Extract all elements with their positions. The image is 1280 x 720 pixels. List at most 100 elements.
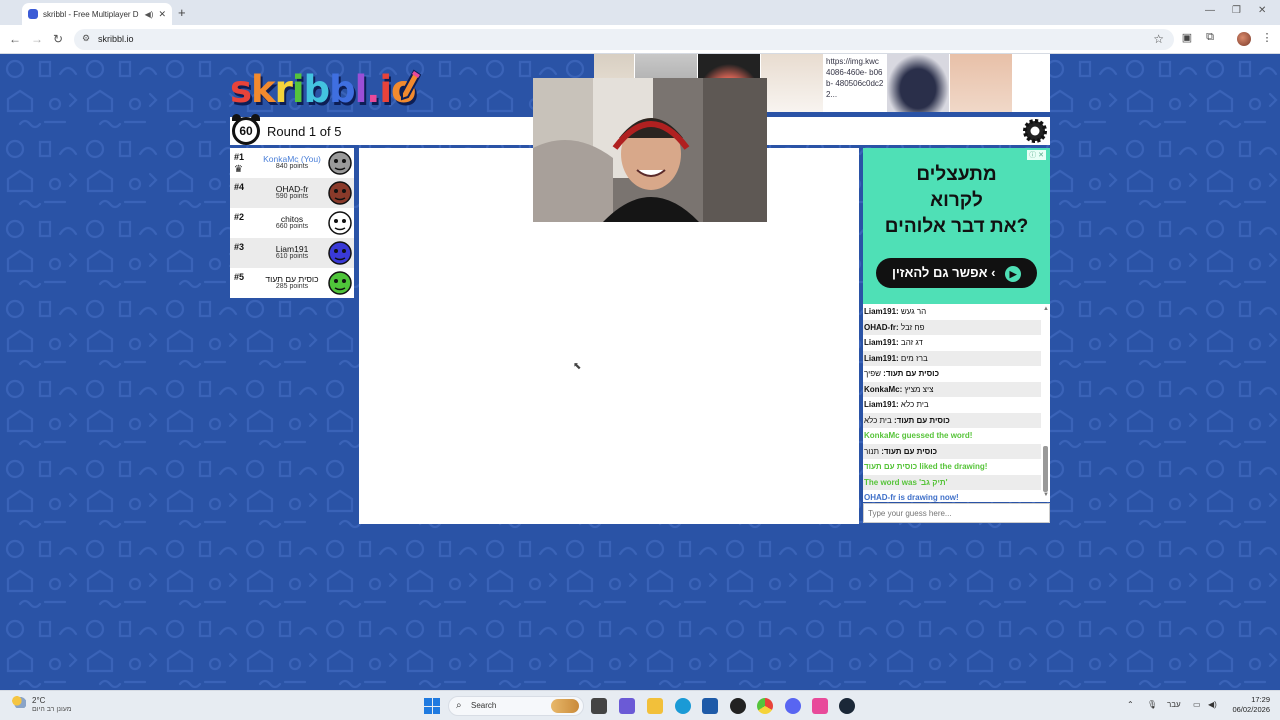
search-highlight-image [551, 699, 579, 713]
chrome-icon[interactable] [757, 698, 773, 714]
player-rank: #4 [234, 182, 245, 192]
bookmark-star-icon[interactable]: ☆ [1153, 32, 1164, 46]
taskbar-search[interactable]: ⌕ Search [448, 696, 584, 716]
search-icon: ⌕ [456, 700, 462, 711]
chat-sender: כוסית עם תעוד: [883, 369, 939, 378]
close-tab-icon[interactable]: ✕ [158, 9, 166, 20]
microphone-icon[interactable]: 🎙 [1147, 700, 1157, 709]
player-row[interactable]: #2 chitos 660 points [230, 208, 354, 238]
chat-message: כוסית עם תעוד: תנור [863, 443, 1041, 459]
player-points: 590 points [275, 193, 309, 200]
browser-menu-icon[interactable]: ⋮ [1260, 31, 1274, 45]
new-tab-button[interactable]: + [178, 5, 186, 20]
chat-text: ברז מים [900, 353, 928, 363]
discord-icon[interactable] [785, 698, 801, 714]
search-label: Search [471, 701, 497, 710]
chat-message: OHAD-fr: פח זבל [863, 319, 1041, 335]
obs-icon[interactable] [730, 698, 746, 714]
round-indicator: Round 1 of 5 [267, 124, 342, 139]
store-icon[interactable] [702, 698, 718, 714]
chat-message: KonkaMc: ציצ מציץ [863, 381, 1041, 397]
address-bar[interactable]: ⚙ skribbl.io ☆ [74, 29, 1174, 50]
ad-info-icon[interactable]: ⓘ ✕ [1027, 150, 1046, 160]
chat-system-text: KonkaMc guessed the word! [864, 431, 973, 440]
edge-icon[interactable] [675, 698, 691, 714]
browser-tab-bar: skribbl - Free Multiplayer D ◀) ✕ + — ❐ … [0, 0, 1280, 25]
chat-text: דג זהב [900, 338, 923, 347]
chat-message: כוסית עם תעוד: בית כלא [863, 412, 1041, 428]
weather-desc: מעונן רב היום [32, 706, 72, 713]
chat-text: תנור [864, 446, 879, 456]
steam-icon[interactable] [839, 698, 855, 714]
chat-messages: Liam191: הר געש OHAD-fr: פח זבל Liam191: ד… [863, 304, 1050, 502]
app-icon[interactable] [812, 698, 828, 714]
chat-sender: Liam191: [864, 353, 899, 363]
chat-sender: Liam191: [864, 400, 899, 409]
ad-listen-button[interactable]: אפשר גם להאזין ‹ ▶ [876, 258, 1037, 288]
scroll-down-icon[interactable]: ▼ [1043, 492, 1049, 498]
ad-button-label: אפשר גם להאזין [891, 265, 988, 280]
minimize-icon[interactable]: — [1205, 5, 1215, 16]
speaker-icon[interactable]: ◀) [145, 10, 154, 19]
volume-icon[interactable]: ◀) [1208, 700, 1217, 709]
teams-icon[interactable] [619, 698, 635, 714]
side-ad[interactable]: ⓘ ✕ מתעצלים לקרוא את דבר אלוהים? אפשר גם… [863, 148, 1050, 304]
player-avatar [328, 211, 352, 235]
chat-sender: כוסית עם תעוד: [894, 415, 950, 425]
task-view-icon[interactable] [591, 698, 607, 714]
weather-widget[interactable]: 2°C מעונן רב היום [12, 696, 72, 713]
player-row[interactable]: #4 OHAD-fr 590 points [230, 178, 354, 208]
player-points: 840 points [275, 163, 309, 170]
browser-tab[interactable]: skribbl - Free Multiplayer D ◀) ✕ [22, 3, 172, 25]
player-row[interactable]: #5 כוסית עם תעוד 285 points [230, 268, 354, 298]
tab-title: skribbl - Free Multiplayer D [43, 9, 139, 19]
guess-input[interactable] [863, 503, 1050, 523]
player-avatar [328, 181, 352, 205]
profile-avatar[interactable] [1237, 32, 1251, 46]
extension-icon[interactable]: ▣ [1180, 31, 1194, 45]
player-rank: #5 [234, 272, 245, 282]
settings-gear-icon[interactable] [1022, 118, 1048, 144]
timer-value: 60 [232, 117, 260, 145]
language-indicator[interactable]: עבר [1167, 700, 1181, 709]
close-window-icon[interactable]: ✕ [1258, 5, 1266, 16]
windows-taskbar: 2°C מעונן רב היום ⌕ Search ⌃ 🎙 עבר ▭ ◀) … [0, 690, 1280, 720]
scroll-up-icon[interactable]: ▲ [1043, 306, 1049, 312]
player-avatar [328, 241, 352, 265]
chat-text: הר געש [900, 307, 927, 316]
url-text: skribbl.io [98, 34, 134, 44]
ad-image[interactable] [950, 54, 1012, 112]
ad-line-2: לקרוא [930, 190, 983, 211]
player-points: 610 points [275, 253, 309, 260]
chat-text: שפיך [864, 369, 881, 378]
chat-text: בית כלא [900, 400, 929, 409]
site-info-icon[interactable]: ⚙ [82, 33, 90, 44]
chat-box: Liam191: הר געש OHAD-fr: פח זבל Liam191: ד… [863, 304, 1050, 502]
forward-icon[interactable]: → [31, 32, 43, 46]
scrollbar-thumb[interactable] [1043, 446, 1048, 492]
windows-start-icon[interactable] [424, 698, 440, 714]
clock-time: 17:29 [1251, 695, 1270, 704]
player-row[interactable]: #3 Liam191 610 points [230, 238, 354, 268]
ad-image[interactable] [887, 54, 949, 112]
chat-sender: כוסית עם תעוד: [881, 446, 938, 456]
player-rank: #1 [234, 152, 245, 162]
player-row[interactable]: #1 ♛ KonkaMc (You) 840 points [230, 148, 354, 178]
chat-sender: Liam191: [864, 338, 899, 347]
chat-message: Liam191: דג זהב [863, 335, 1041, 351]
taskbar-clock[interactable]: 17:29 06/02/2026 [1228, 695, 1270, 715]
tray-chevron-icon[interactable]: ⌃ [1127, 700, 1134, 709]
chat-system-text: OHAD-fr is drawing now! [864, 493, 959, 502]
network-icon[interactable]: ▭ [1193, 700, 1201, 709]
extensions-puzzle-icon[interactable]: ⧉ [1203, 31, 1217, 45]
play-icon: ▶ [1005, 265, 1022, 282]
broken-ad-image[interactable]: https://img.kwc 4086-460e- b06b- 480506c… [824, 54, 886, 112]
chat-scrollbar[interactable]: ▲ ▼ [1043, 306, 1049, 500]
address-row: ← → ↻ ⚙ skribbl.io ☆ ▣ ⧉ ⋮ [0, 25, 1280, 54]
back-icon[interactable]: ← [9, 32, 21, 46]
file-explorer-icon[interactable] [647, 698, 663, 714]
ad-image[interactable] [761, 54, 823, 112]
maximize-icon[interactable]: ❐ [1232, 5, 1241, 16]
reload-icon[interactable]: ↻ [53, 32, 63, 46]
weather-icon [12, 696, 26, 708]
